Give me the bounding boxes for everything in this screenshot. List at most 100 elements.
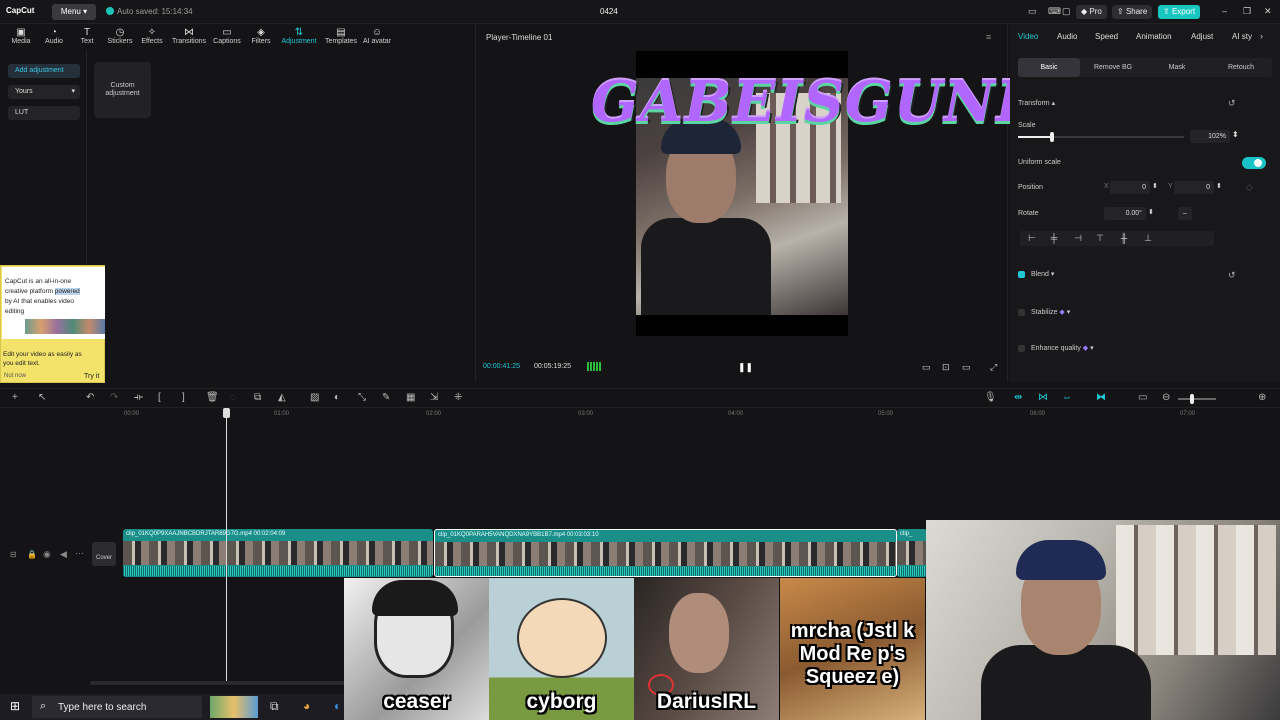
tab-audio[interactable]: Audio — [1057, 32, 1077, 41]
freeze-icon[interactable]: ◌ — [230, 392, 236, 403]
restore-icon[interactable]: ❐ — [1243, 6, 1251, 17]
chevron-right-icon[interactable]: › — [1260, 31, 1263, 41]
rotate-flip-button[interactable]: – — [1178, 207, 1192, 220]
magnet-icon[interactable]: ⋈ — [1038, 392, 1048, 403]
edge-icon[interactable]: ◐ — [334, 699, 341, 713]
playhead-line[interactable] — [226, 409, 227, 681]
layout-icon[interactable]: ▭ — [1028, 6, 1037, 17]
position-x-input[interactable]: 0 — [1110, 181, 1150, 194]
tool-audio[interactable]: ◔ Audio — [37, 27, 71, 45]
zoom-slider[interactable] — [1178, 398, 1216, 400]
mask-icon[interactable]: ◐ — [334, 392, 340, 403]
enhance-section[interactable]: Enhance quality ◆ ▾ — [1031, 344, 1094, 352]
rotate-stepper-icon[interactable]: ⬍ — [1148, 208, 1154, 216]
ratio-icon[interactable]: ▭ — [922, 362, 931, 373]
pause-button[interactable]: ❚❚ — [738, 362, 753, 373]
taskbar-search[interactable]: ⌕ Type here to search — [32, 696, 202, 718]
crop-icon[interactable]: ⧉ — [254, 392, 261, 403]
position-y-input[interactable]: 0 — [1174, 181, 1214, 194]
more-icon[interactable]: ⋯ — [75, 548, 84, 559]
custom-adjustment-card[interactable]: Custom adjustment — [94, 62, 151, 118]
tool-captions[interactable]: ▭ Captions — [210, 27, 244, 45]
lock-icon[interactable]: 🔒 — [27, 550, 37, 559]
keyboard-icon[interactable]: ⌨ — [1048, 6, 1061, 17]
undo-icon[interactable]: ↶ — [86, 392, 94, 403]
minimize-icon[interactable]: – — [1222, 6, 1227, 16]
add-adjustment-button[interactable]: Add adjustment — [8, 64, 80, 78]
chrome-icon[interactable]: ◕ — [303, 699, 310, 713]
tool-filters[interactable]: ◈ Filters — [244, 27, 278, 45]
split-icon[interactable]: ⟛ — [134, 392, 143, 403]
tool-templates[interactable]: ▤ Templates — [322, 27, 360, 45]
zoom-slider-handle[interactable] — [1190, 394, 1194, 404]
tab-speed[interactable]: Speed — [1095, 32, 1118, 41]
align-center-h-icon[interactable]: ╪ — [1044, 231, 1064, 246]
ratio-select-icon[interactable]: ▭ — [962, 362, 971, 373]
more-tools-icon[interactable]: ⁜ — [454, 392, 462, 403]
subtab-mask[interactable]: Mask — [1146, 58, 1208, 77]
enhance-checkbox[interactable] — [1018, 345, 1025, 352]
mirror-icon[interactable]: ◭ — [278, 392, 286, 403]
timeline-ruler[interactable]: 00:00 01:00 02:00 03:00 04:00 05:00 06:0… — [90, 408, 1280, 420]
tool-adjustment[interactable]: ⇅ Adjustment — [280, 27, 318, 45]
try-it-button[interactable]: Try it — [84, 373, 99, 380]
task-view-icon[interactable]: ⧉ — [270, 699, 279, 714]
blend-reset-icon[interactable]: ↺ — [1228, 270, 1236, 281]
snap-icon[interactable]: ⇔ — [1062, 392, 1072, 403]
eye-icon[interactable]: ◉ — [43, 549, 51, 560]
frame-icon[interactable]: ▦ — [406, 392, 415, 403]
resize-icon[interactable]: ⇲ — [430, 392, 438, 403]
tool-media[interactable]: ▣ Media — [4, 27, 38, 45]
stabilize-section[interactable]: Stabilize ◆ ▾ — [1031, 308, 1070, 316]
caption-icon[interactable]: ▭ — [1138, 392, 1147, 403]
subtab-retouch[interactable]: Retouch — [1210, 58, 1272, 77]
subtab-basic[interactable]: Basic — [1018, 58, 1080, 77]
blend-checkbox[interactable] — [1018, 271, 1025, 278]
transform-icon[interactable]: ⤡ — [358, 392, 366, 403]
playhead-handle[interactable] — [223, 408, 230, 418]
delete-icon[interactable]: 🗑 — [206, 392, 219, 403]
lut-item[interactable]: LUT — [8, 106, 80, 120]
align-left-icon[interactable]: ⊢ — [1022, 231, 1042, 246]
blend-section[interactable]: Blend ▾ — [1031, 270, 1054, 278]
cover-button[interactable]: Cover — [92, 542, 116, 566]
yours-dropdown[interactable]: Yours ▾ — [8, 85, 80, 99]
scale-input[interactable]: 102% — [1190, 130, 1230, 143]
align-right-icon[interactable]: ⊣ — [1068, 231, 1088, 246]
timeline-clip[interactable]: clip_ — [897, 529, 927, 577]
split-left-icon[interactable]: [ — [158, 392, 161, 403]
split-right-icon[interactable]: ] — [182, 392, 185, 403]
stabilize-checkbox[interactable] — [1018, 309, 1025, 316]
rotate-input[interactable]: 0.00° — [1104, 207, 1146, 220]
tab-adjust[interactable]: Adjust — [1191, 32, 1213, 41]
mic-icon[interactable]: 🎙 — [984, 392, 997, 403]
tool-transitions[interactable]: ⋈ Transitions — [172, 27, 206, 45]
timeline-clip-selected[interactable]: clip_01KQ0PARAH5VANQDXNA9YBB1B7.mp4 00:0… — [434, 529, 897, 577]
tool-ai-avatar[interactable]: ☺ AI avatar — [360, 27, 394, 45]
select-tool-icon[interactable]: ↖ — [38, 392, 46, 403]
scale-slider-handle[interactable] — [1050, 132, 1054, 142]
redo-icon[interactable]: ↷ — [110, 392, 118, 403]
tab-ai-style[interactable]: AI sty — [1232, 32, 1252, 41]
audio-tool-icon[interactable]: ▨ — [310, 392, 319, 403]
menu-icon[interactable]: ≡ — [986, 32, 991, 42]
timeline-clip[interactable]: clip_01KQ0P9XAAJNBCBDRJTAR89G7G.mp4 00:0… — [123, 529, 433, 577]
weather-widget-icon[interactable] — [210, 696, 258, 718]
fullscreen-icon[interactable]: ⤢ — [990, 362, 997, 373]
menu-button[interactable]: Menu ▾ — [52, 4, 96, 20]
align-bottom-icon[interactable]: ⊥ — [1138, 231, 1158, 246]
zoom-in-icon[interactable]: ⊕ — [1258, 392, 1266, 403]
speaker-icon[interactable]: ◀ — [60, 549, 67, 560]
monitor-icon[interactable]: ▢ — [1062, 6, 1071, 17]
track-toggle-icon[interactable]: ⊟ — [10, 550, 17, 559]
zoom-fit-icon[interactable]: ⊡ — [942, 362, 950, 373]
pos-y-stepper-icon[interactable]: ⬍ — [1216, 182, 1222, 190]
export-button[interactable]: ⇪ Export — [1158, 5, 1201, 19]
align-middle-v-icon[interactable]: ╫ — [1114, 231, 1134, 246]
tool-stickers[interactable]: ◷ Stickers — [103, 27, 137, 45]
tab-video[interactable]: Video — [1018, 32, 1038, 41]
magic-icon[interactable]: ✎ — [382, 392, 390, 403]
reset-icon[interactable]: ↺ — [1228, 98, 1236, 109]
not-now-button[interactable]: Not now — [4, 373, 26, 379]
subtab-remove-bg[interactable]: Remove BG — [1082, 58, 1144, 77]
